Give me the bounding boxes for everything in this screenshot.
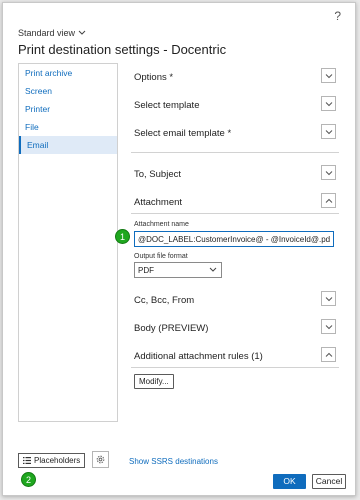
section-cc-bcc-from-label: Cc, Bcc, From — [134, 295, 195, 306]
section-to-subject[interactable]: To, Subject — [131, 163, 336, 185]
page-title: Print destination settings - Docentric — [18, 42, 227, 57]
section-options[interactable]: Options * — [131, 66, 336, 88]
section-cc-bcc-from[interactable]: Cc, Bcc, From — [131, 289, 336, 311]
section-additional-rules-label: Additional attachment rules (1) — [134, 351, 263, 362]
expand-select-email-template-button[interactable] — [321, 124, 336, 139]
cancel-button[interactable]: Cancel — [312, 474, 346, 489]
chevron-down-icon — [325, 296, 332, 301]
section-body[interactable]: Body (PREVIEW) — [131, 317, 336, 339]
chevron-down-icon — [325, 129, 332, 134]
view-selector-label: Standard view — [18, 28, 76, 38]
gear-icon — [96, 455, 105, 464]
section-select-template[interactable]: Select template — [131, 94, 336, 116]
callout-badge-2: 2 — [21, 472, 36, 487]
chevron-up-icon — [325, 198, 332, 203]
expand-body-button[interactable] — [321, 319, 336, 334]
section-select-template-label: Select template — [134, 100, 200, 111]
attachment-name-label: Attachment name — [134, 221, 189, 228]
expand-options-button[interactable] — [321, 68, 336, 83]
output-format-value: PDF — [138, 266, 154, 275]
dialog: ? Standard view Print destination settin… — [2, 2, 356, 496]
attachment-name-input[interactable] — [134, 231, 334, 247]
output-format-select[interactable]: PDF — [134, 262, 222, 278]
expand-select-template-button[interactable] — [321, 96, 336, 111]
ok-button[interactable]: OK — [273, 474, 306, 489]
section-attachment[interactable]: Attachment — [131, 191, 336, 213]
chevron-down-icon — [78, 30, 86, 35]
view-selector[interactable]: Standard view — [18, 28, 86, 38]
nav-item-email[interactable]: Email — [19, 136, 117, 154]
divider — [131, 152, 339, 153]
section-attachment-label: Attachment — [134, 197, 183, 208]
destination-nav: Print archive Screen Printer File Email — [18, 63, 118, 422]
nav-item-screen[interactable]: Screen — [19, 82, 117, 100]
settings-button[interactable] — [92, 451, 109, 468]
placeholders-button-label: Placeholders — [34, 456, 81, 465]
expand-to-subject-button[interactable] — [321, 165, 336, 180]
collapse-additional-rules-button[interactable] — [321, 347, 336, 362]
chevron-down-icon — [325, 101, 332, 106]
chevron-up-icon — [325, 352, 332, 357]
divider — [131, 213, 339, 214]
modify-button[interactable]: Modify... — [134, 374, 174, 389]
help-icon[interactable]: ? — [334, 9, 341, 23]
chevron-down-icon — [325, 73, 332, 78]
section-body-label: Body (PREVIEW) — [134, 323, 209, 334]
list-icon — [23, 457, 31, 464]
callout-badge-1: 1 — [115, 229, 130, 244]
output-format-label: Output file format — [134, 253, 188, 260]
section-select-email-template[interactable]: Select email template * — [131, 122, 336, 144]
nav-item-file[interactable]: File — [19, 118, 117, 136]
expand-cc-bcc-from-button[interactable] — [321, 291, 336, 306]
nav-item-print-archive[interactable]: Print archive — [19, 64, 117, 82]
section-to-subject-label: To, Subject — [134, 169, 181, 180]
section-options-label: Options * — [134, 72, 174, 83]
section-select-email-template-label: Select email template * — [134, 128, 232, 139]
collapse-attachment-button[interactable] — [321, 193, 336, 208]
placeholders-button[interactable]: Placeholders — [18, 453, 86, 468]
show-ssrs-destinations-link[interactable]: Show SSRS destinations — [129, 457, 218, 466]
section-additional-rules[interactable]: Additional attachment rules (1) — [131, 345, 336, 367]
chevron-down-icon — [209, 267, 217, 272]
divider — [131, 367, 339, 368]
nav-item-printer[interactable]: Printer — [19, 100, 117, 118]
chevron-down-icon — [325, 170, 332, 175]
chevron-down-icon — [325, 324, 332, 329]
